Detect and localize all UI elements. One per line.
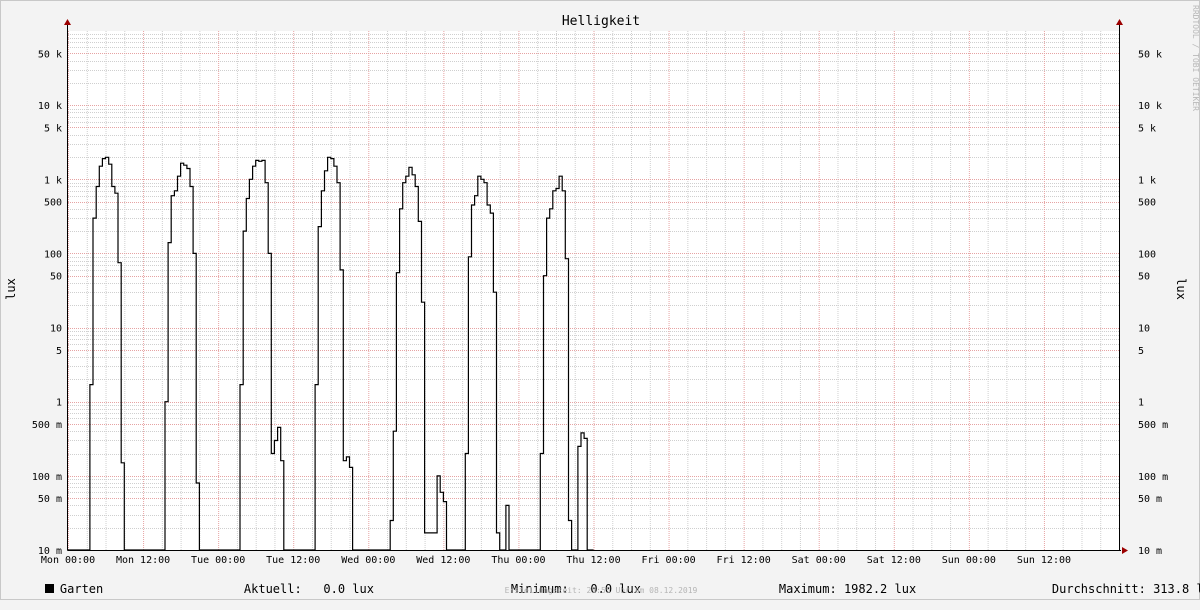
y-axis-label-left: lux	[4, 278, 18, 300]
y-tick-label-right: 10 m	[1138, 546, 1162, 557]
x-tick-label: Thu 12:00	[566, 555, 620, 566]
chart-frame: 10 m 10 m 50 m 50 m 100 m 100 m 500 m 500 m1155…	[0, 0, 1200, 600]
y-tick-label-right: 10	[1138, 324, 1150, 335]
x-tick-label: Sun 00:00	[942, 555, 996, 566]
y-tick-label-left: 1	[56, 398, 62, 409]
y-tick-label-right: 50 m	[1138, 494, 1162, 505]
y-tick-label-right: 100 m	[1138, 472, 1168, 483]
y-tick-label-left: 10	[50, 324, 62, 335]
y-tick-label-right: 5 k	[1138, 123, 1156, 134]
y-tick-label-right: 50	[1138, 272, 1150, 283]
y-tick-label-left: 50	[50, 272, 62, 283]
y-tick-label-left: 500 m	[32, 420, 62, 431]
y-tick-label-left: 100 m	[32, 472, 62, 483]
y-tick-label-right: 50 k	[1138, 49, 1162, 60]
x-tick-label: Mon 12:00	[116, 555, 170, 566]
y-tick-label-right: 10 k	[1138, 101, 1162, 112]
y-tick-label-left: 1 k	[44, 175, 62, 186]
rrdtool-credit: RRDTOOL / TOBI OETIKER	[1191, 5, 1200, 111]
x-tick-label: Wed 00:00	[341, 555, 395, 566]
y-tick-label-right: 100	[1138, 249, 1156, 260]
y-tick-label-left: 5	[56, 346, 62, 357]
y-axis-arrow-right-icon	[1116, 19, 1123, 25]
y-tick-label-left: 50 k	[38, 49, 62, 60]
x-tick-label: Fri 12:00	[717, 555, 771, 566]
brightness-chart: 10 m 10 m50 m 50 m100 m 100 m500 m 500 m1 15 5…	[4, 14, 1188, 566]
chart-title: Helligkeit	[562, 14, 640, 29]
y-axis-label-right: lux	[1174, 278, 1188, 300]
x-tick-label: Sun 12:00	[1017, 555, 1071, 566]
y-axis-arrow-left-icon	[64, 19, 71, 25]
y-tick-label-right: 5	[1138, 346, 1144, 357]
x-tick-label: Sat 12:00	[867, 555, 921, 566]
creation-timestamp: Erstellungszeit: 23:55 Uhr am 08.12.2019	[504, 586, 698, 595]
y-tick-label-left: 100	[44, 249, 62, 260]
x-tick-label: Mon 00:00	[41, 555, 95, 566]
y-tick-label-right: 500	[1138, 198, 1156, 209]
x-tick-label: Tue 12:00	[266, 555, 320, 566]
x-tick-label: Sat 00:00	[792, 555, 846, 566]
y-tick-label-right: 1 k	[1138, 175, 1156, 186]
y-tick-label-left: 5 k	[44, 123, 62, 134]
x-tick-label: Fri 00:00	[641, 555, 695, 566]
plot-area	[68, 31, 1119, 550]
y-tick-label-left: 10 k	[38, 101, 62, 112]
y-tick-label-right: 1	[1138, 398, 1144, 409]
y-tick-label-right: 500 m	[1138, 420, 1168, 431]
y-tick-label-left: 50 m	[38, 494, 62, 505]
x-tick-label: Thu 00:00	[491, 555, 545, 566]
x-tick-label: Wed 12:00	[416, 555, 470, 566]
x-axis-arrow-icon	[1122, 547, 1128, 554]
y-tick-label-left: 500	[44, 198, 62, 209]
x-tick-label: Tue 00:00	[191, 555, 245, 566]
